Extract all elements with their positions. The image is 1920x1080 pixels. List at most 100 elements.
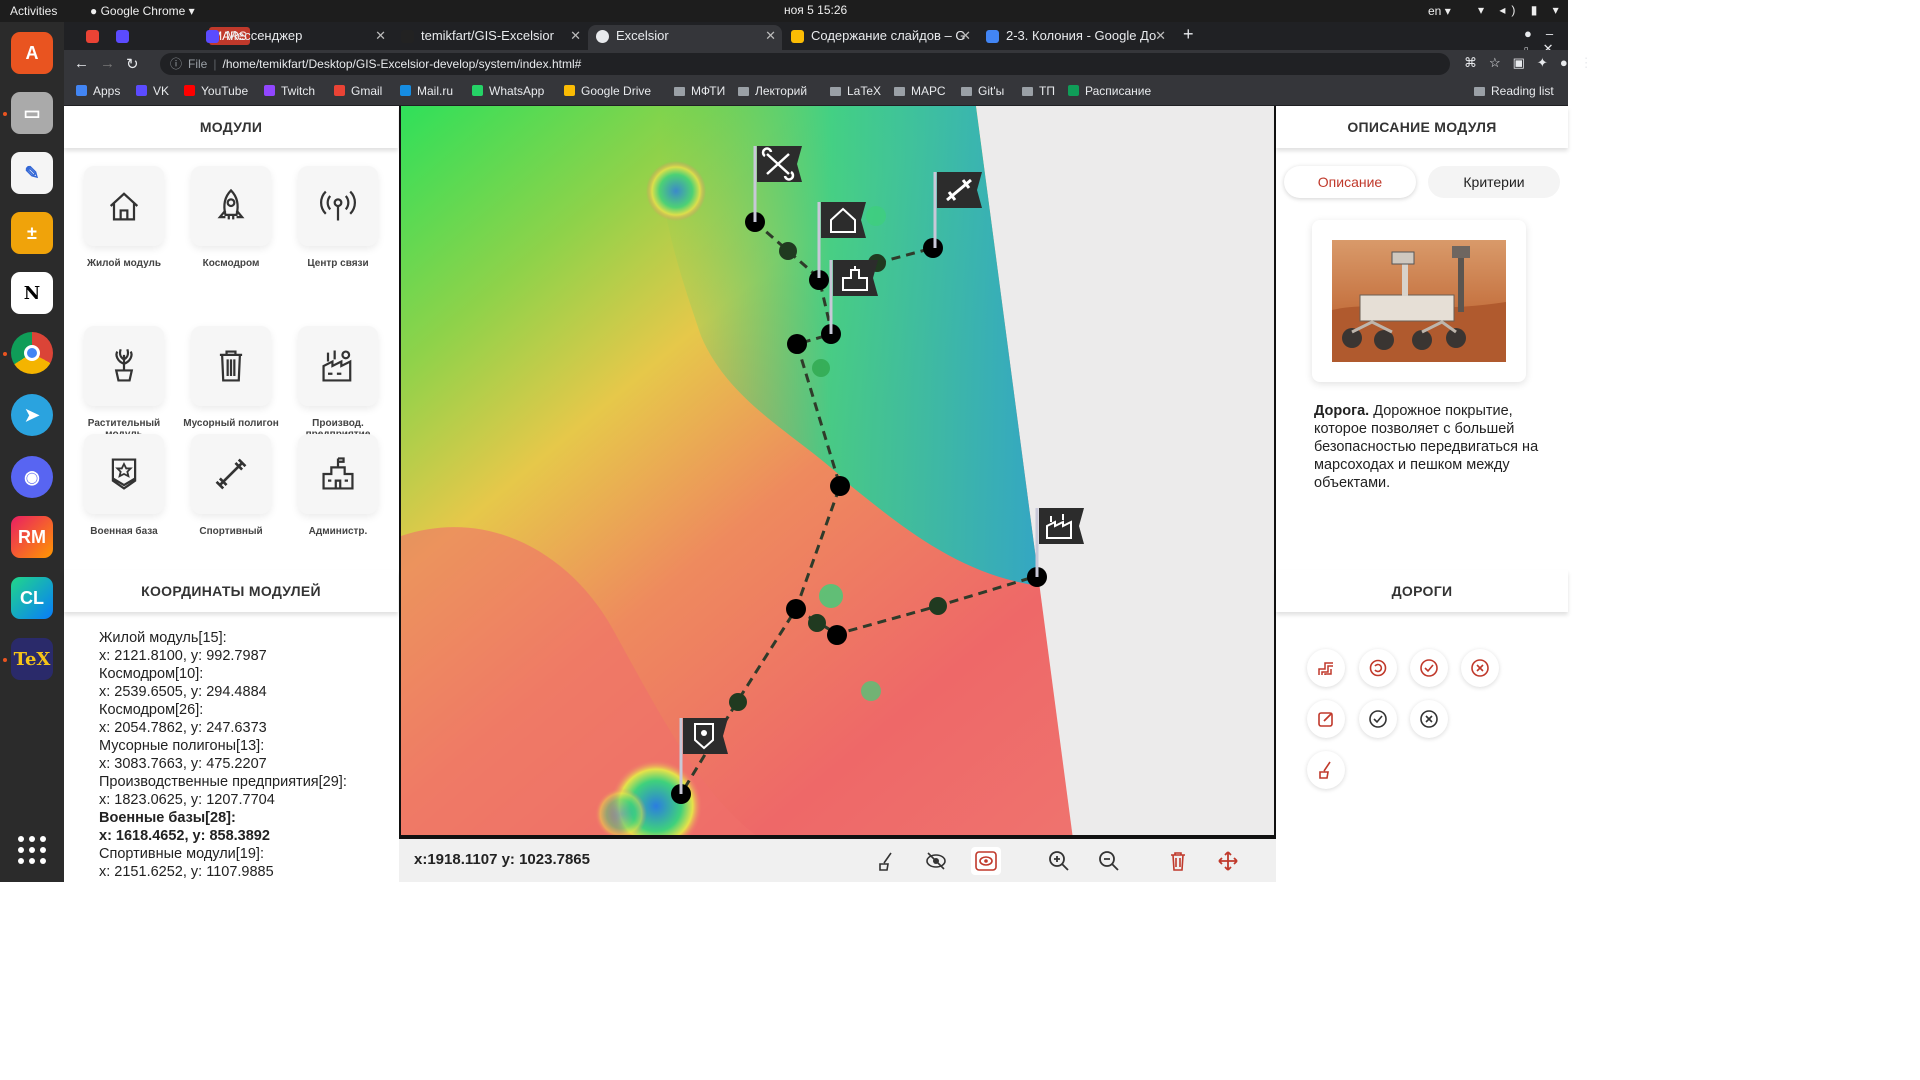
cursor-coords: x:1918.1107 y: 1023.7865 bbox=[414, 851, 590, 868]
module-tile[interactable] bbox=[298, 326, 378, 406]
text-editor-icon[interactable]: ✎ bbox=[11, 152, 53, 194]
tab-description[interactable]: Описание bbox=[1284, 166, 1416, 198]
show-apps-icon[interactable] bbox=[18, 836, 46, 864]
module-item[interactable]: Военная база bbox=[74, 434, 174, 537]
close-tab-icon[interactable]: ✕ bbox=[960, 25, 971, 47]
module-item[interactable]: Космодром bbox=[181, 166, 281, 269]
bookmark-item[interactable]: Mail.ru bbox=[400, 84, 453, 98]
close-tab-icon[interactable]: ✕ bbox=[1155, 25, 1166, 47]
map-svg[interactable] bbox=[401, 106, 1276, 839]
module-tile[interactable] bbox=[298, 434, 378, 514]
keyboard-layout[interactable]: en ▾ bbox=[1428, 4, 1451, 18]
omnibox[interactable]: ⓘ File | /home/temikfart/Desktop/GIS-Excels… bbox=[160, 53, 1450, 75]
bookmark-item[interactable]: Лекторий bbox=[738, 84, 807, 98]
bookmark-item[interactable]: ТП bbox=[1022, 84, 1055, 98]
texstudio-icon[interactable]: TeX bbox=[11, 638, 53, 680]
module-item[interactable]: Спортивный bbox=[181, 434, 281, 537]
road-confirm-button[interactable] bbox=[1410, 649, 1448, 687]
bookmark-item[interactable]: Twitch bbox=[264, 84, 315, 98]
bookmark-item[interactable]: Расписание bbox=[1068, 84, 1151, 98]
module-tile[interactable] bbox=[84, 434, 164, 514]
module-tile[interactable] bbox=[298, 166, 378, 246]
toolbar-actions[interactable]: ⌘☆▣✦●⋮ bbox=[1464, 55, 1605, 71]
module-tile[interactable] bbox=[191, 166, 271, 246]
bookmark-item[interactable]: Git'ы bbox=[961, 84, 1004, 98]
module-item[interactable]: Администр. bbox=[288, 434, 388, 537]
road-draw-button[interactable] bbox=[1307, 649, 1345, 687]
chrome-icon[interactable] bbox=[11, 332, 53, 374]
road-cancel-button[interactable] bbox=[1461, 649, 1499, 687]
bookmark-item[interactable]: МАРС bbox=[894, 84, 946, 98]
road-edit-cancel-button[interactable] bbox=[1410, 700, 1448, 738]
bookmark-label: Git'ы bbox=[978, 84, 1005, 98]
flag-factory[interactable] bbox=[1035, 508, 1084, 577]
road-edit-confirm-button[interactable] bbox=[1359, 700, 1397, 738]
clion-icon[interactable]: CL bbox=[11, 577, 53, 619]
forward-icon[interactable]: → bbox=[100, 55, 115, 72]
module-tile[interactable] bbox=[191, 434, 271, 514]
folder-icon bbox=[961, 87, 972, 96]
rubymine-icon[interactable]: RM bbox=[11, 516, 53, 558]
notion-icon[interactable]: N bbox=[11, 272, 53, 314]
road-edit-button[interactable] bbox=[1307, 700, 1345, 738]
tab-github[interactable]: temikfart/GIS-Excelsior ✕ bbox=[393, 25, 587, 50]
module-item[interactable]: Мусорный полигон bbox=[181, 326, 281, 429]
module-tile[interactable] bbox=[191, 326, 271, 406]
telegram-icon[interactable]: ➤ bbox=[11, 394, 53, 436]
description-tabs: Описание Критерии bbox=[1284, 166, 1560, 198]
calculator-icon[interactable]: ± bbox=[11, 212, 53, 254]
module-item[interactable]: Растительный модуль bbox=[74, 326, 174, 440]
info-icon[interactable]: ⓘ bbox=[170, 57, 182, 71]
activities-button[interactable]: Activities bbox=[10, 4, 57, 18]
clock[interactable]: ноя 5 15:26 bbox=[784, 3, 847, 17]
discord-icon[interactable]: ◉ bbox=[11, 456, 53, 498]
zoom-out-icon[interactable] bbox=[1094, 847, 1124, 875]
coord-line: x: 1823.0625, y: 1207.7704 bbox=[99, 792, 275, 808]
delete-icon[interactable] bbox=[1163, 847, 1193, 875]
close-tab-icon[interactable]: ✕ bbox=[570, 25, 581, 47]
move-icon[interactable] bbox=[1213, 847, 1243, 875]
bookmark-favicon-icon bbox=[564, 85, 575, 96]
tab-excelsior[interactable]: Excelsior ✕ bbox=[588, 25, 782, 50]
tab-gmail-pinned[interactable] bbox=[78, 25, 108, 50]
right-panel: ОПИСАНИЕ МОДУЛЯ Описание Критерии Дорога… bbox=[1276, 106, 1568, 882]
bookmark-item[interactable]: Gmail bbox=[334, 84, 382, 98]
bookmark-item[interactable]: VK bbox=[136, 84, 169, 98]
brush-tool-icon[interactable] bbox=[871, 847, 901, 875]
road-reset-button[interactable] bbox=[1359, 649, 1397, 687]
bookmark-item[interactable]: WhatsApp bbox=[472, 84, 544, 98]
tab-slides[interactable]: Содержание слайдов – G ✕ bbox=[783, 25, 977, 50]
map-canvas[interactable] bbox=[399, 106, 1276, 839]
reload-icon[interactable]: ↻ bbox=[126, 55, 139, 73]
close-tab-icon[interactable]: ✕ bbox=[765, 25, 776, 47]
reading-list-button[interactable]: Reading list bbox=[1474, 84, 1554, 98]
files-icon[interactable]: ▭ bbox=[11, 92, 53, 134]
module-item[interactable]: Жилой модуль bbox=[74, 166, 174, 269]
hide-icon[interactable] bbox=[921, 847, 951, 875]
gmail-icon bbox=[86, 30, 99, 43]
bookmark-item[interactable]: МФТИ bbox=[674, 84, 725, 98]
module-item[interactable]: Производ. предприятие bbox=[288, 326, 388, 440]
new-tab-button[interactable]: + bbox=[1183, 24, 1194, 45]
back-icon[interactable]: ← bbox=[74, 55, 89, 72]
tab-pinned-c[interactable] bbox=[108, 25, 138, 50]
bookmark-item[interactable]: LaTeX bbox=[830, 84, 881, 98]
road-clean-button[interactable] bbox=[1307, 751, 1345, 789]
software-center-icon[interactable]: A bbox=[11, 32, 53, 74]
bookmark-item[interactable]: Google Drive bbox=[564, 84, 651, 98]
coord-line: Спортивные модули[19]: bbox=[99, 846, 264, 862]
system-tray[interactable]: ▾ ◂) ▮ ▾ bbox=[1478, 3, 1565, 17]
app-menu[interactable]: ● Google Chrome ▾ bbox=[90, 4, 195, 18]
zoom-in-icon[interactable] bbox=[1044, 847, 1074, 875]
close-tab-icon[interactable]: ✕ bbox=[375, 25, 386, 47]
view-area-icon[interactable] bbox=[971, 847, 1001, 875]
tab-criteria[interactable]: Критерии bbox=[1428, 166, 1560, 198]
bookmark-item[interactable]: Apps bbox=[76, 84, 120, 98]
tab-messenger[interactable]: Мессенджер ✕ bbox=[198, 25, 392, 50]
module-tile[interactable] bbox=[84, 326, 164, 406]
module-item[interactable]: Центр связи bbox=[288, 166, 388, 269]
bookmark-item[interactable]: YouTube bbox=[184, 84, 248, 98]
tab-docs[interactable]: 2-3. Колония - Google До ✕ bbox=[978, 25, 1172, 50]
tab-strip: MARS Мессенджер ✕ temikfart/GIS-Excelsior… bbox=[64, 22, 1568, 56]
module-tile[interactable] bbox=[84, 166, 164, 246]
